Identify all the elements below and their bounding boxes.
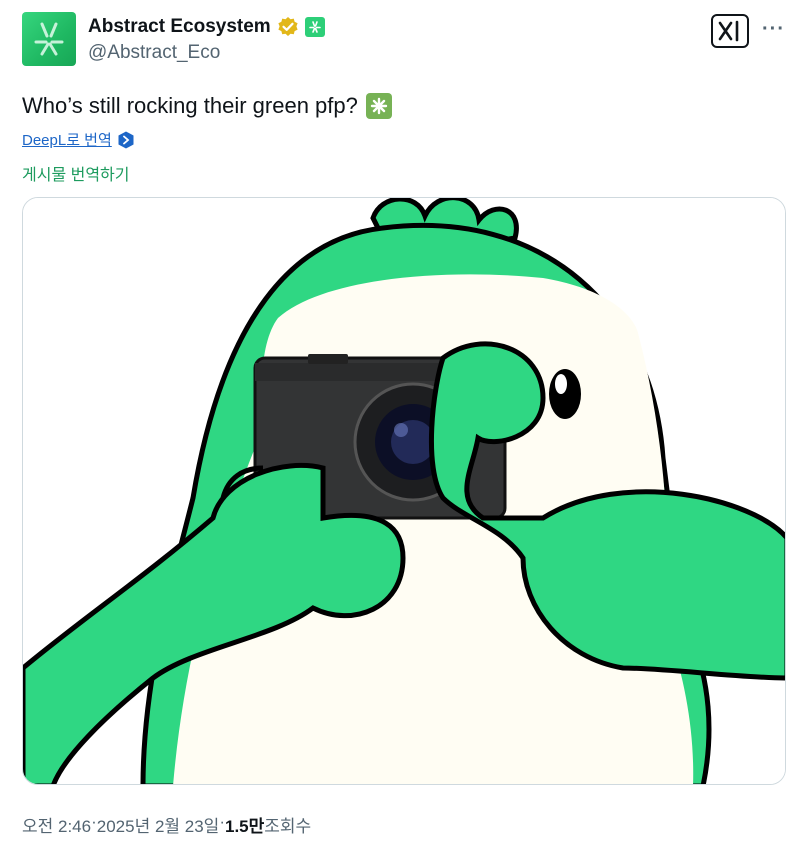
post-date[interactable]: 2025년 2월 23일 bbox=[97, 812, 220, 837]
tweet-body: Who’s still rocking their green pfp? bbox=[22, 93, 358, 118]
post-time[interactable]: 오전 2:46 bbox=[22, 812, 91, 837]
avatar[interactable] bbox=[22, 12, 76, 66]
verified-gold-badge-icon[interactable] bbox=[277, 16, 299, 38]
author-name-row: Abstract Ecosystem bbox=[88, 14, 325, 40]
translate-post-link[interactable]: 게시물 번역하기 bbox=[22, 161, 130, 185]
display-name[interactable]: Abstract Ecosystem bbox=[88, 16, 271, 38]
deepl-label: DeepL로 번역 bbox=[22, 132, 112, 149]
views-count[interactable]: 1.5만 bbox=[225, 812, 264, 837]
tweet-text: Who’s still rocking their green pfp? bbox=[22, 93, 392, 119]
abstract-logo-icon bbox=[34, 22, 64, 56]
views-label: 조회수 bbox=[264, 817, 312, 836]
deepl-translate-link[interactable]: DeepL로 번역 bbox=[22, 129, 134, 150]
tweet-metadata: 오전 2:46 · 2025년 2월 23일 · 1.5만 조회수 bbox=[22, 812, 311, 837]
more-options-button[interactable]: ··· bbox=[762, 18, 785, 41]
tweet-media-image[interactable] bbox=[22, 197, 786, 785]
author-handle[interactable]: @Abstract_Eco bbox=[88, 42, 220, 64]
deepl-icon bbox=[118, 131, 134, 149]
green-penguin-camera-image bbox=[23, 198, 785, 784]
grok-x-logo-icon[interactable] bbox=[711, 14, 749, 48]
affiliate-badge-icon[interactable] bbox=[304, 17, 325, 37]
sparkle-emoji-icon bbox=[365, 93, 392, 119]
